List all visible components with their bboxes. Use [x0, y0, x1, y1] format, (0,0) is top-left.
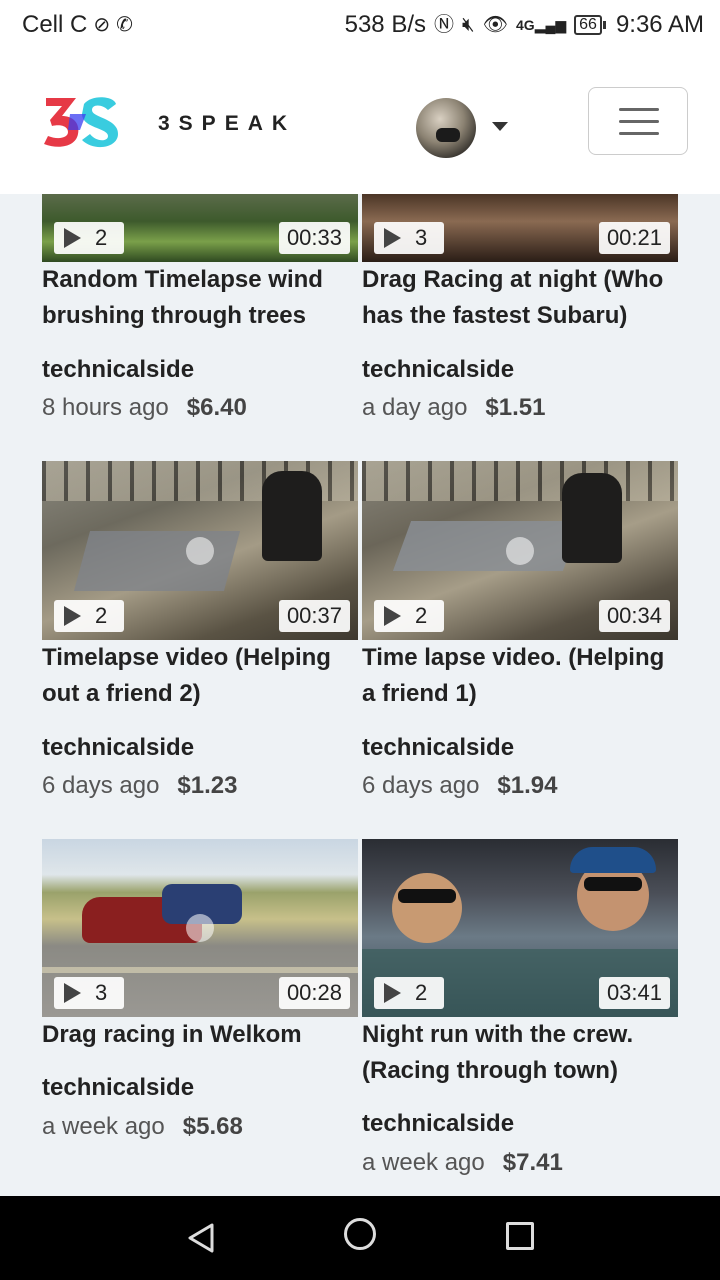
- play-icon: [64, 228, 81, 248]
- play-icon: [384, 606, 401, 626]
- video-age: a week ago: [42, 1113, 165, 1140]
- duration-badge: 00:34: [598, 600, 670, 632]
- mute-icon: 🔇︎: [462, 14, 475, 36]
- avatar[interactable]: [416, 98, 476, 158]
- video-meta: 8 hours ago $6.40: [42, 394, 247, 422]
- battery-icon: 66: [574, 15, 606, 35]
- video-meta: a week ago $7.41: [362, 1149, 563, 1177]
- video-thumbnail[interactable]: 2 00:34: [362, 461, 678, 640]
- app-header: 3SPEAK: [0, 50, 720, 194]
- video-meta: a week ago $5.68: [42, 1113, 243, 1141]
- video-payout: $6.40: [186, 394, 247, 421]
- video-author[interactable]: technicalside: [42, 734, 194, 762]
- video-author[interactable]: technicalside: [362, 356, 514, 384]
- video-meta: 6 days ago $1.94: [362, 772, 557, 800]
- video-thumbnail[interactable]: 3 00:21: [362, 194, 678, 262]
- carrier-label: Cell C: [22, 11, 88, 38]
- nfc-icon: Ⓝ: [434, 14, 454, 36]
- video-title[interactable]: Time lapse video. (Helping a friend 1): [362, 640, 682, 712]
- video-payout: $7.41: [502, 1149, 563, 1176]
- whatsapp-icon: ✆: [116, 14, 133, 36]
- video-payout: $1.51: [485, 394, 546, 421]
- video-age: 8 hours ago: [42, 394, 169, 421]
- chevron-down-icon[interactable]: [492, 122, 508, 131]
- video-count-badge: 3: [54, 977, 124, 1009]
- video-grid: 2 00:33 Random Timelapse wind brushing t…: [0, 194, 720, 1196]
- video-age: a day ago: [362, 394, 468, 421]
- video-thumbnail[interactable]: 2 03:41: [362, 839, 678, 1017]
- video-title[interactable]: Random Timelapse wind brushing through t…: [42, 262, 362, 334]
- video-author[interactable]: technicalside: [362, 734, 514, 762]
- play-icon: [384, 983, 401, 1003]
- video-age: a week ago: [362, 1149, 485, 1176]
- play-icon: [64, 983, 81, 1003]
- video-count-badge: 3: [374, 222, 444, 254]
- video-age: 6 days ago: [362, 772, 480, 799]
- recents-icon[interactable]: [506, 1222, 534, 1250]
- duration-badge: 03:41: [598, 977, 670, 1009]
- play-icon: [384, 228, 401, 248]
- video-thumbnail[interactable]: 2 00:33: [42, 194, 358, 262]
- video-author[interactable]: technicalside: [42, 1074, 194, 1102]
- video-title[interactable]: Drag Racing at night (Who has the fastes…: [362, 262, 682, 334]
- brand-name: 3SPEAK: [158, 112, 297, 135]
- play-icon: [64, 606, 81, 626]
- 3speak-logo[interactable]: [40, 90, 120, 154]
- duration-badge: 00:28: [278, 977, 350, 1009]
- play-overlay-icon: [186, 536, 214, 565]
- video-payout: $5.68: [182, 1113, 243, 1140]
- duration-badge: 00:37: [278, 600, 350, 632]
- video-count-badge: 2: [54, 600, 124, 632]
- video-title[interactable]: Night run with the crew. (Racing through…: [362, 1017, 682, 1089]
- duration-badge: 00:33: [278, 222, 350, 254]
- video-author[interactable]: technicalside: [42, 356, 194, 384]
- video-meta: a day ago $1.51: [362, 394, 545, 422]
- sync-icon: ⊘: [93, 14, 111, 36]
- status-bar: Cell C ⊘ ✆ 538 B/s Ⓝ 🔇︎ 👁︎ 4G▂▄▆ 66 9:36…: [0, 0, 720, 50]
- menu-button[interactable]: [588, 87, 688, 155]
- video-payout: $1.94: [497, 772, 558, 799]
- network-type: 4G: [516, 17, 535, 33]
- eye-icon: 👁︎: [482, 14, 508, 36]
- video-meta: 6 days ago $1.23: [42, 772, 237, 800]
- video-title[interactable]: Timelapse video (Helping out a friend 2): [42, 640, 362, 712]
- video-count-badge: 2: [374, 977, 444, 1009]
- battery-level: 66: [579, 16, 597, 33]
- back-icon[interactable]: [186, 1222, 216, 1254]
- video-thumbnail[interactable]: 2 00:37: [42, 461, 358, 640]
- video-count-badge: 2: [374, 600, 444, 632]
- video-payout: $1.23: [177, 772, 238, 799]
- home-icon[interactable]: [344, 1218, 376, 1250]
- duration-badge: 00:21: [598, 222, 670, 254]
- signal-icon: 4G▂▄▆: [516, 17, 567, 33]
- play-overlay-icon: [506, 536, 534, 565]
- clock: 9:36 AM: [615, 11, 704, 38]
- system-nav-bar: [0, 1196, 720, 1280]
- video-author[interactable]: technicalside: [362, 1110, 514, 1138]
- play-overlay-icon: [186, 914, 214, 942]
- video-title[interactable]: Drag racing in Welkom: [42, 1017, 362, 1053]
- video-age: 6 days ago: [42, 772, 160, 799]
- video-thumbnail[interactable]: 3 00:28: [42, 839, 358, 1017]
- network-speed: 538 B/s: [344, 11, 426, 38]
- video-count-badge: 2: [54, 222, 124, 254]
